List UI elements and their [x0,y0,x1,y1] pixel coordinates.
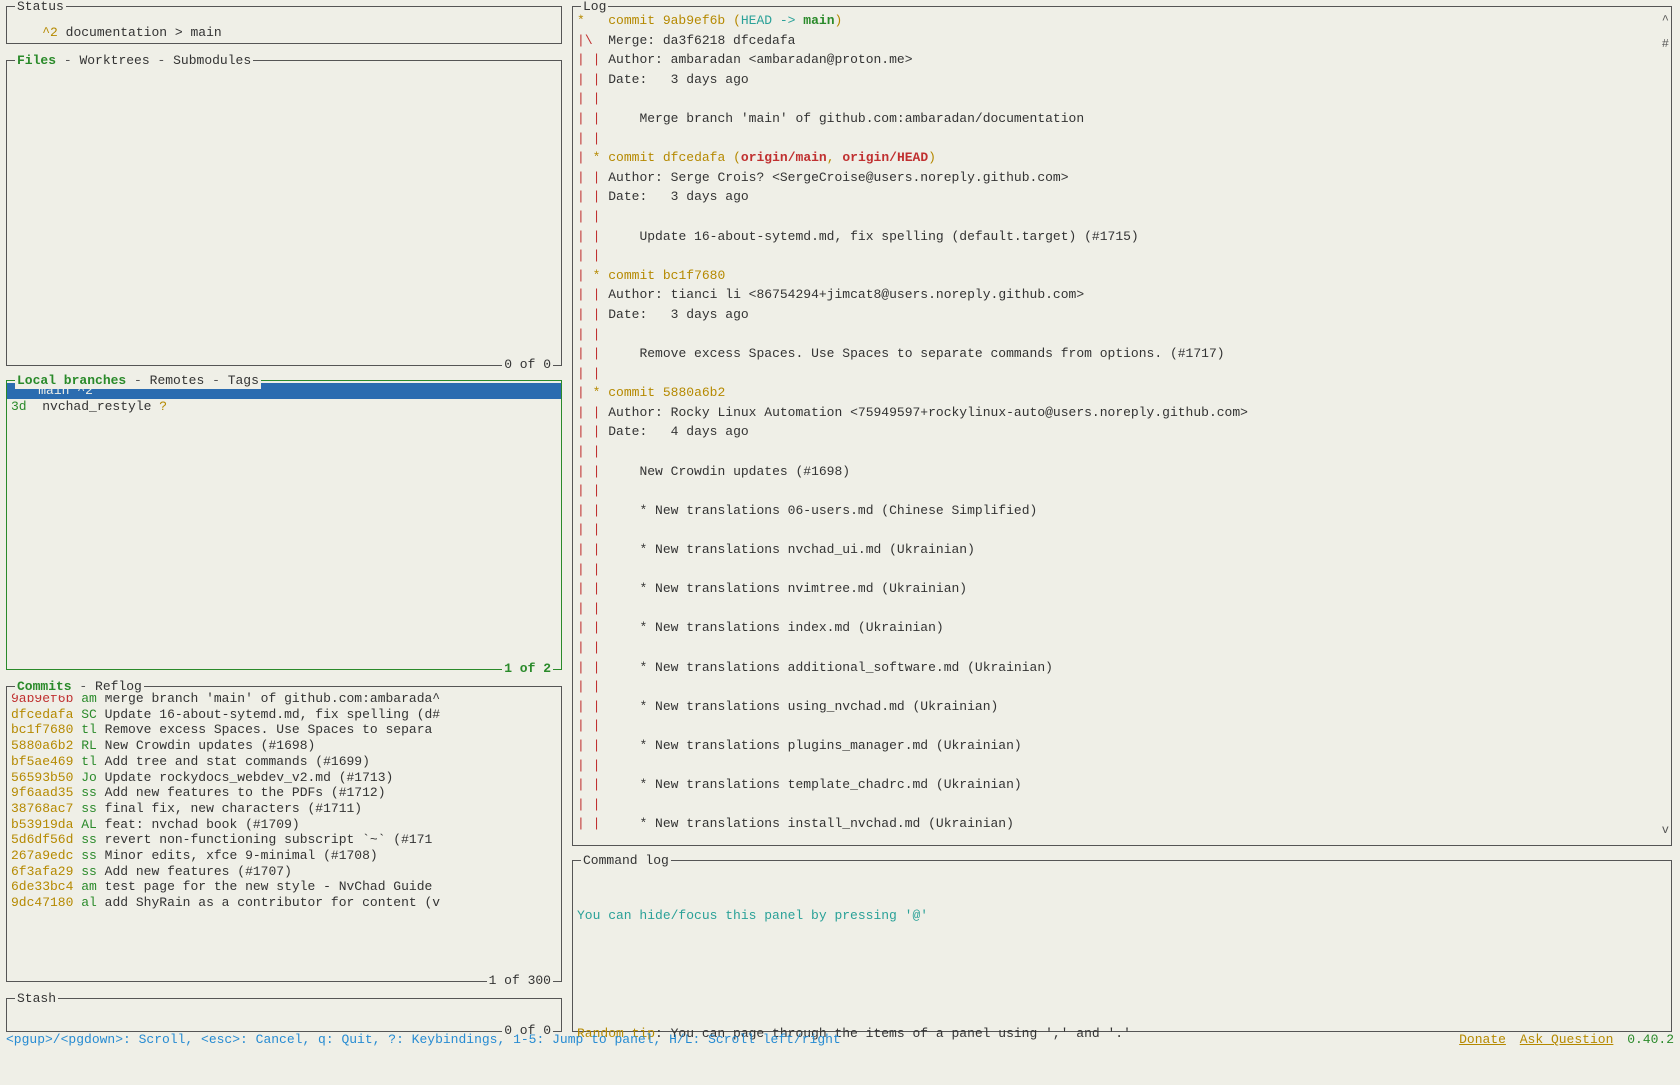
branch-name: main [190,25,221,40]
log-line: | | Update 16-about-sytemd.md, fix spell… [577,227,1667,247]
branches-tabs[interactable]: Local branches - Remotes - Tags [15,373,261,389]
command-log-title: Command log [581,853,671,869]
log-line: | | Author: ambaradan <ambaradan@proton.… [577,50,1667,70]
log-line: | | [577,325,1667,345]
commit-row[interactable]: 56593b50 Jo Update rockydocs_webdev_v2.m… [11,770,557,786]
log-line: | | [577,246,1667,266]
log-line: | | * New translations additional_softwa… [577,658,1667,678]
commit-row[interactable]: 5d6df56d ss revert non-functioning subsc… [11,832,557,848]
log-line: | | [577,207,1667,227]
log-line: | | [577,481,1667,501]
ask-question-link[interactable]: Ask Question [1520,1032,1614,1047]
command-log-panel[interactable]: Command log You can hide/focus this pane… [572,860,1672,1032]
log-line: | | [577,520,1667,540]
tab-remotes[interactable]: Remotes [150,373,205,388]
cmdlog-hint: You can hide/focus this panel by pressin… [577,906,1667,926]
status-panel[interactable]: Status ^2 documentation > main [6,6,562,44]
log-line: | | Date: 3 days ago [577,305,1667,325]
log-line: | | [577,364,1667,384]
scroll-down-icon: v [1662,823,1669,839]
commit-row[interactable]: 5880a6b2 RL New Crowdin updates (#1698) [11,738,557,754]
branches-panel[interactable]: Local branches - Remotes - Tags * main ^… [6,380,562,670]
tab-commits[interactable]: Commits [17,679,72,694]
log-line: | | [577,129,1667,149]
log-line: | | * New translations index.md (Ukraini… [577,618,1667,638]
footer-bar: <pgup>/<pgdown>: Scroll, <esc>: Cancel, … [6,1032,1674,1048]
commit-row[interactable]: b53919da AL feat: nvchad book (#1709) [11,817,557,833]
log-line: | | * New translations install_nvchad.md… [577,814,1667,834]
status-title: Status [15,0,66,15]
commit-row[interactable]: 9dc47180 al add ShyRain as a contributor… [11,895,557,911]
branches-counter: 1 of 2 [502,661,553,677]
log-panel[interactable]: Log * commit 9ab9ef6b (HEAD -> main)|\ M… [572,6,1672,846]
log-line: | * commit dfcedafa (origin/main, origin… [577,148,1667,168]
log-line: | | * New translations nvimtree.md (Ukra… [577,579,1667,599]
log-line: | | [577,560,1667,580]
commits-panel[interactable]: Commits - Reflog 9ab9ef6b am Merge branc… [6,686,562,982]
log-line: | | [577,442,1667,462]
log-line: | | * New translations nvchad_ui.md (Ukr… [577,540,1667,560]
log-line: | | Date: 4 days ago [577,422,1667,442]
files-panel[interactable]: Files - Worktrees - Submodules 0 of 0 [6,60,562,366]
log-line: |\ Merge: da3f6218 dfcedafa [577,31,1667,51]
log-line: | | [577,716,1667,736]
commit-row[interactable]: bc1f7680 tl Remove excess Spaces. Use Sp… [11,722,557,738]
tab-worktrees[interactable]: Worktrees [79,53,149,68]
commit-row[interactable]: bf5ae469 tl Add tree and stat commands (… [11,754,557,770]
log-line: | | * New translations template_chadrc.m… [577,775,1667,795]
scroll-pos-icon: # [1662,37,1669,53]
version-label: 0.40.2 [1627,1032,1674,1047]
log-line: | * commit 5880a6b2 [577,383,1667,403]
tab-submodules[interactable]: Submodules [173,53,251,68]
donate-link[interactable]: Donate [1459,1032,1506,1047]
log-line: | | [577,638,1667,658]
log-line: | | [577,89,1667,109]
tab-reflog[interactable]: Reflog [95,679,142,694]
tab-local-branches[interactable]: Local branches [17,373,126,388]
commit-row[interactable]: 267a9edc ss Minor edits, xfce 9-minimal … [11,848,557,864]
commit-row[interactable]: 6f3afa29 ss Add new features (#1707) [11,864,557,880]
log-line: | | [577,677,1667,697]
log-title: Log [581,0,608,15]
log-line: | | [577,599,1667,619]
commit-row[interactable]: dfcedafa SC Update 16-about-sytemd.md, f… [11,707,557,723]
commit-row[interactable]: 9f6aad35 ss Add new features to the PDFs… [11,785,557,801]
commit-row[interactable]: 38768ac7 ss final fix, new characters (#… [11,801,557,817]
branch-row[interactable]: 3d nvchad_restyle ? [7,399,561,415]
commits-counter: 1 of 300 [487,973,553,989]
log-line: | | * New translations plugins_manager.m… [577,736,1667,756]
help-text: <pgup>/<pgdown>: Scroll, <esc>: Cancel, … [6,1032,841,1048]
log-line: | | [577,756,1667,776]
log-line: | | Author: Rocky Linux Automation <7594… [577,403,1667,423]
log-line: | * commit bc1f7680 [577,266,1667,286]
tab-tags[interactable]: Tags [228,373,259,388]
log-line: | | Author: tianci li <86754294+jimcat8@… [577,285,1667,305]
stash-title: Stash [15,991,58,1007]
repo-name: documentation [66,25,167,40]
log-line: | | [577,795,1667,815]
log-line: | | Remove excess Spaces. Use Spaces to … [577,344,1667,364]
log-line: | | Author: Serge Crois? <SergeCroise@us… [577,168,1667,188]
files-tabs[interactable]: Files - Worktrees - Submodules [15,53,253,69]
commits-tabs[interactable]: Commits - Reflog [15,679,144,695]
log-line: | | * New translations 06-users.md (Chin… [577,501,1667,521]
stash-panel[interactable]: Stash 0 of 0 [6,998,562,1032]
log-line: | | Merge branch 'main' of github.com:am… [577,109,1667,129]
scroll-up-icon: ^ [1662,13,1669,29]
repo-marker: ^2 [42,25,58,40]
log-line: | | Date: 3 days ago [577,187,1667,207]
files-counter: 0 of 0 [502,357,553,373]
log-line: * commit 9ab9ef6b (HEAD -> main) [577,11,1667,31]
commit-row[interactable]: 6de33bc4 am test page for the new style … [11,879,557,895]
log-line: | | * New translations using_nvchad.md (… [577,697,1667,717]
log-line: | | New Crowdin updates (#1698) [577,462,1667,482]
tab-files[interactable]: Files [17,53,56,68]
log-line: | | Date: 3 days ago [577,70,1667,90]
